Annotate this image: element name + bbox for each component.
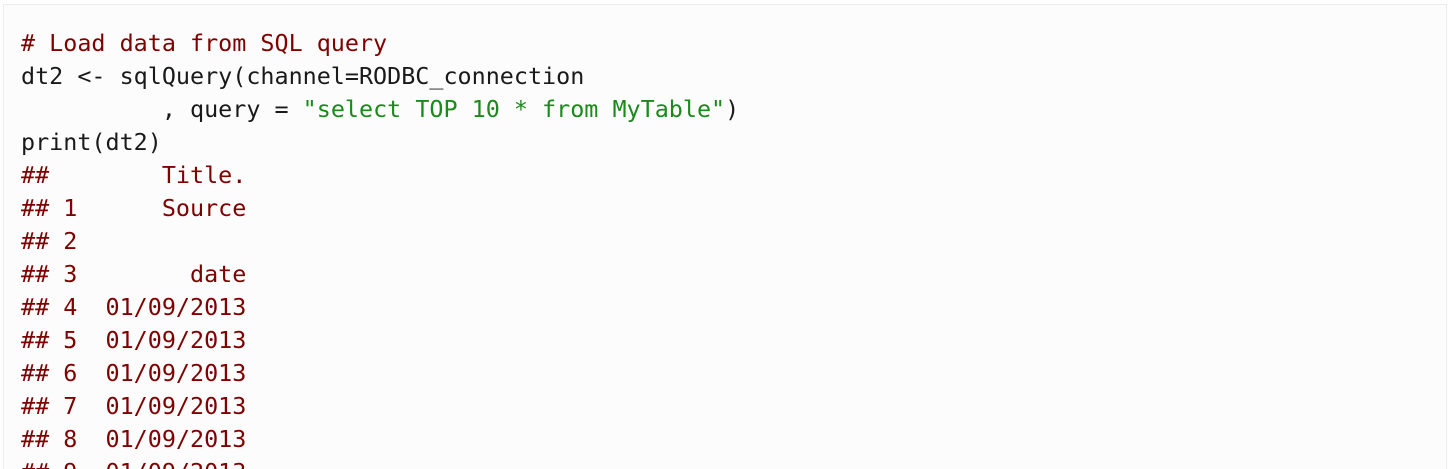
code-query-line: , query = "select TOP 10 * from MyTable"… (21, 93, 739, 126)
output-line: ## 9 01/09/2013 (21, 456, 739, 469)
output-line: ## 1 Source (21, 194, 247, 222)
code-block: # Load data from SQL query dt2 <- sqlQuer… (3, 4, 1447, 469)
output-line: ## 6 01/09/2013 (21, 359, 247, 387)
code-assign-line: dt2 <- sqlQuery(channel=RODBC_connection (21, 62, 585, 90)
output-line: ## 2 (21, 227, 78, 255)
output-line: ## 7 01/09/2013 (21, 392, 247, 420)
output-line: ## 4 01/09/2013 (21, 293, 247, 321)
output-line: ## Title. (21, 161, 247, 189)
code-comment-line: # Load data from SQL query (21, 29, 388, 57)
query-string: "select TOP 10 * from MyTable" (302, 95, 726, 123)
output-line: ## 3 date (21, 260, 247, 288)
code-print-line: print(dt2) (21, 128, 162, 156)
query-prefix: , query = (21, 95, 303, 123)
page: # Load data from SQL query dt2 <- sqlQuer… (0, 0, 1453, 469)
output-line: ## 8 01/09/2013 (21, 425, 247, 453)
code-content: # Load data from SQL query dt2 <- sqlQuer… (21, 27, 739, 469)
query-suffix: ) (725, 95, 740, 123)
output-line: ## 5 01/09/2013 (21, 326, 247, 354)
